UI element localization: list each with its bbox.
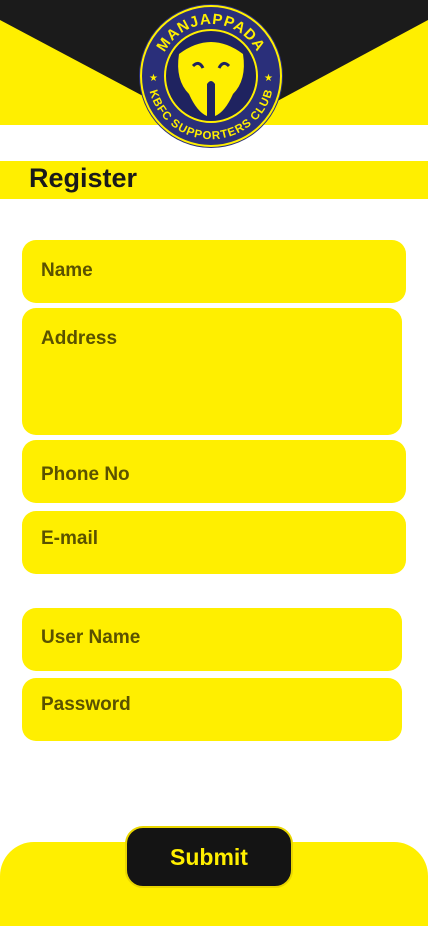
name-placeholder: Name: [41, 260, 93, 281]
email-field[interactable]: E-mail: [22, 511, 406, 574]
username-field[interactable]: User Name: [22, 608, 402, 671]
username-placeholder: User Name: [41, 627, 141, 648]
logo-star-left: ★: [149, 73, 158, 84]
club-logo: MANJAPPADA KBFC SUPPORTERS CLUB ★ ★: [139, 4, 283, 148]
address-field[interactable]: Address: [22, 308, 402, 435]
phone-field[interactable]: Phone No: [22, 440, 406, 503]
email-placeholder: E-mail: [41, 528, 99, 549]
submit-label: Submit: [170, 843, 248, 870]
name-field[interactable]: Name: [22, 240, 406, 303]
password-placeholder: Password: [41, 694, 131, 715]
phone-placeholder: Phone No: [41, 464, 130, 485]
submit-button[interactable]: Submit: [125, 826, 293, 888]
page-title: Register: [29, 163, 138, 193]
logo-star-right: ★: [264, 73, 273, 84]
password-field[interactable]: Password: [22, 678, 402, 741]
address-placeholder: Address: [41, 328, 118, 349]
